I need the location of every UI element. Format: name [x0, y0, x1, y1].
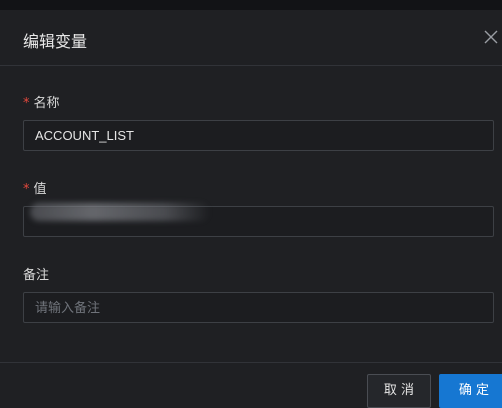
remark-field-label: 备注	[23, 264, 49, 283]
name-field-label: * 名称	[23, 92, 60, 111]
value-label-text: 值	[33, 182, 47, 197]
dialog-header: 编辑变量	[0, 10, 502, 66]
cancel-button[interactable]: 取 消	[367, 374, 431, 408]
masked-value	[30, 203, 210, 221]
close-icon[interactable]	[482, 28, 500, 46]
dialog-title: 编辑变量	[23, 32, 88, 51]
required-mark: *	[23, 96, 30, 111]
confirm-button[interactable]: 确 定	[439, 374, 502, 408]
name-input[interactable]	[23, 120, 494, 151]
remark-input[interactable]	[23, 292, 494, 323]
background-strip	[0, 0, 502, 10]
value-field-label: * 值	[23, 178, 47, 197]
remark-label-text: 备注	[23, 268, 50, 283]
name-label-text: 名称	[33, 96, 60, 111]
required-mark: *	[23, 182, 30, 197]
